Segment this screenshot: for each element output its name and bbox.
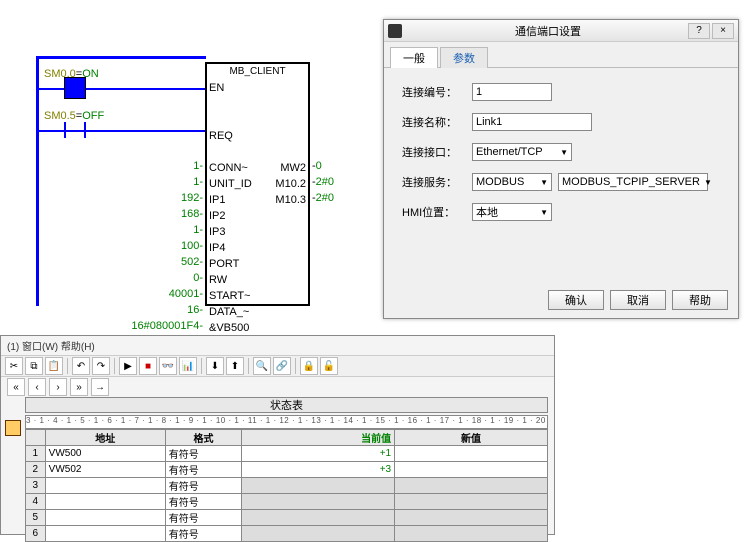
fb-title: MB_CLIENT: [207, 64, 308, 80]
fb-pin-row: UNIT_IDM10.2: [207, 176, 308, 192]
fb-pin-row: IP4: [207, 240, 308, 256]
col-fmt[interactable]: 格式: [165, 430, 241, 446]
tool-find-icon[interactable]: 🔍: [253, 357, 271, 375]
status-table[interactable]: 地址 格式 当前值 新值 1VW500有符号+12VW502有符号+33有符号4…: [25, 429, 548, 542]
fb-pin-row: IP1M10.3: [207, 192, 308, 208]
tool-run-icon[interactable]: ▶: [119, 357, 137, 375]
conn-svc-label: 连接服务：: [402, 174, 472, 190]
contact-2-label: SM0.5=OFF: [44, 110, 104, 122]
ruler: 3 · 1 · 4 · 1 · 5 · 1 · 6 · 1 · 7 · 1 · …: [25, 415, 548, 429]
table-header-row: 地址 格式 当前值 新值: [26, 430, 548, 446]
fb-pin-row: [207, 96, 308, 112]
hmi-pos-select[interactable]: 本地▼: [472, 203, 552, 221]
tool-stop-icon[interactable]: ■: [139, 357, 157, 375]
help-button[interactable]: 帮助: [672, 290, 728, 310]
table-row[interactable]: 5有符号: [26, 510, 548, 526]
tool-cut-icon[interactable]: ✂: [5, 357, 23, 375]
conn-if-label: 连接接口：: [402, 144, 472, 160]
dialog-footer: 确认 取消 帮助: [548, 290, 728, 310]
tab-params[interactable]: 参数: [440, 47, 488, 68]
nav-prev-icon[interactable]: ‹: [28, 378, 46, 396]
fb-pin-row: CONN~MW2: [207, 160, 308, 176]
fb-pin-row: DATA_~: [207, 304, 308, 320]
table-row[interactable]: 3有符号: [26, 478, 548, 494]
dialog-tabs: 一般 参数: [384, 42, 738, 68]
tool-upload-icon[interactable]: ⬆: [226, 357, 244, 375]
dialog-body: 连接编号： 连接名称： 连接接口： Ethernet/TCP▼ 连接服务： MO…: [384, 68, 738, 246]
tool-copy-icon[interactable]: ⧉: [25, 357, 43, 375]
nav-first-icon[interactable]: «: [7, 378, 25, 396]
tool-chart-icon[interactable]: 📊: [179, 357, 197, 375]
conn-svc-select-1[interactable]: MODBUS▼: [472, 173, 552, 191]
conn-no-label: 连接编号：: [402, 84, 472, 100]
fb-output-values: -0-2#0-2#0: [312, 62, 382, 350]
close-button[interactable]: ×: [712, 23, 734, 39]
col-cur[interactable]: 当前值: [242, 430, 395, 446]
dialog-title: 通信端口设置: [408, 23, 688, 39]
chevron-down-icon: ▼: [704, 178, 712, 187]
nav-go-icon[interactable]: →: [91, 378, 109, 396]
tool-redo-icon[interactable]: ↷: [92, 357, 110, 375]
fb-pin-row: [207, 144, 308, 160]
nav-last-icon[interactable]: »: [70, 378, 88, 396]
menu-bar[interactable]: (1) 窗口(W) 帮助(H): [1, 336, 554, 355]
table-row[interactable]: 1VW500有符号+1: [26, 446, 548, 462]
toolbar-nav: « ‹ › » →: [1, 377, 554, 397]
fb-input-values: 1-1-192-168-1-100-502-0-40001-16-16#0800…: [128, 62, 203, 350]
ok-button[interactable]: 确认: [548, 290, 604, 310]
function-block[interactable]: MB_CLIENT EN REQ CONN~MW2UNIT_IDM10.2IP1M1…: [205, 62, 310, 306]
sheet-icon[interactable]: [5, 420, 21, 436]
tool-unlock-icon[interactable]: 🔓: [320, 357, 338, 375]
tool-link-icon[interactable]: 🔗: [273, 357, 291, 375]
conn-no-input[interactable]: [472, 83, 552, 101]
chevron-down-icon: ▼: [540, 208, 548, 217]
tool-download-icon[interactable]: ⬇: [206, 357, 224, 375]
conn-name-input[interactable]: [472, 113, 592, 131]
fb-pin-row: IP2: [207, 208, 308, 224]
conn-if-select[interactable]: Ethernet/TCP▼: [472, 143, 572, 161]
tab-general[interactable]: 一般: [390, 47, 438, 68]
tool-paste-icon[interactable]: 📋: [45, 357, 63, 375]
col-addr[interactable]: 地址: [45, 430, 165, 446]
fb-pin-row: IP3: [207, 224, 308, 240]
fb-pin-row: EN: [207, 80, 308, 96]
fb-pin-row: START~: [207, 288, 308, 304]
conn-svc-select-2[interactable]: MODBUS_TCPIP_SERVER▼: [558, 173, 708, 191]
col-new[interactable]: 新值: [395, 430, 548, 446]
contact-closed-icon: [64, 77, 86, 99]
hmi-pos-label: HMI位置：: [402, 204, 472, 220]
app-icon: [388, 24, 402, 38]
tool-undo-icon[interactable]: ↶: [72, 357, 90, 375]
table-row[interactable]: 6有符号: [26, 526, 548, 542]
comm-port-settings-dialog: 通信端口设置 ? × 一般 参数 连接编号： 连接名称： 连接接口： Ether…: [383, 19, 739, 319]
table-row[interactable]: 2VW502有符号+3: [26, 462, 548, 478]
status-table-title: 状态表: [25, 397, 548, 413]
fb-pin-row: RW: [207, 272, 308, 288]
chevron-down-icon: ▼: [560, 148, 568, 157]
toolbar-main: ✂ ⧉ 📋 ↶ ↷ ▶ ■ 👓 📊 ⬇ ⬆ 🔍 🔗 🔒 🔓: [1, 355, 554, 377]
chevron-down-icon: ▼: [540, 178, 548, 187]
tool-monitor-icon[interactable]: 👓: [159, 357, 177, 375]
fb-pin-row: &VB500: [207, 320, 308, 336]
fb-pin-row: PORT: [207, 256, 308, 272]
status-table-panel: (1) 窗口(W) 帮助(H) ✂ ⧉ 📋 ↶ ↷ ▶ ■ 👓 📊 ⬇ ⬆ 🔍 …: [0, 335, 555, 535]
cancel-button[interactable]: 取消: [610, 290, 666, 310]
fb-pin-row: [207, 112, 308, 128]
fb-pin-row: REQ: [207, 128, 308, 144]
ladder-top-rail: [36, 56, 206, 59]
nav-next-icon[interactable]: ›: [49, 378, 67, 396]
tool-lock-icon[interactable]: 🔒: [300, 357, 318, 375]
conn-name-label: 连接名称：: [402, 114, 472, 130]
contact-open-icon: [64, 122, 86, 138]
dialog-titlebar[interactable]: 通信端口设置 ? ×: [384, 20, 738, 42]
table-row[interactable]: 4有符号: [26, 494, 548, 510]
help-button[interactable]: ?: [688, 23, 710, 39]
